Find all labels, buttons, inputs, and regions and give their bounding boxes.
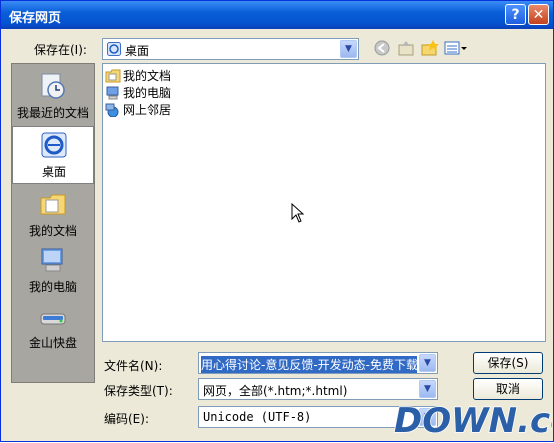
- cancel-button[interactable]: 取消: [473, 378, 543, 400]
- mouse-cursor-icon: [291, 202, 305, 223]
- place-my-documents[interactable]: 我的文档: [12, 186, 94, 244]
- view-menu-icon[interactable]: [444, 39, 468, 57]
- place-recent-docs[interactable]: 我最近的文档: [12, 68, 94, 126]
- place-desktop[interactable]: 桌面: [12, 126, 94, 184]
- network-places-icon: [105, 103, 121, 117]
- my-documents-icon: [105, 69, 121, 83]
- save-webpage-dialog: 保存网页 ? ✕ 保存在(I): 桌面 ▼ 我最近的文档 桌面 我的文档 我的电…: [0, 0, 554, 442]
- file-name: 网上邻居: [123, 103, 172, 117]
- chevron-down-icon[interactable]: ▼: [340, 40, 357, 58]
- place-label: 桌面: [41, 165, 66, 179]
- place-label: 我的电脑: [28, 280, 77, 294]
- close-button[interactable]: ✕: [528, 4, 549, 25]
- filetype-value: 网页，全部(*.htm;*.html): [203, 384, 348, 398]
- recent-docs-icon: [39, 72, 67, 100]
- desktop-icon: [40, 131, 68, 159]
- filetype-dropdown[interactable]: 网页，全部(*.htm;*.html) ▼: [198, 378, 438, 400]
- file-list[interactable]: 我的文档 我的电脑 网上邻居: [102, 63, 546, 342]
- filename-field[interactable]: 用心得讨论-意见反馈-开发动态-免费下载 ▼: [198, 352, 438, 374]
- place-my-computer[interactable]: 我的电脑: [12, 242, 94, 300]
- encoding-value: Unicode (UTF-8): [203, 410, 312, 424]
- my-computer-icon: [105, 86, 121, 100]
- back-icon[interactable]: [373, 39, 391, 57]
- place-label: 金山快盘: [28, 336, 77, 350]
- down-cc-watermark-logo: DOWN.cc: [392, 398, 554, 442]
- new-folder-icon[interactable]: [421, 39, 439, 57]
- my-documents-icon: [39, 190, 67, 218]
- place-label: 我最近的文档: [16, 106, 89, 120]
- list-item[interactable]: 网上邻居: [105, 101, 171, 117]
- window-title: 保存网页: [9, 11, 62, 26]
- up-folder-icon[interactable]: [397, 39, 415, 57]
- chevron-down-icon[interactable]: ▼: [419, 354, 436, 372]
- place-kuaipan[interactable]: 金山快盘: [12, 298, 94, 356]
- chevron-down-icon[interactable]: ▼: [419, 380, 436, 398]
- title-bar: 保存网页 ? ✕: [1, 1, 553, 29]
- svg-text:DOWN.cc: DOWN.cc: [394, 401, 552, 440]
- file-name: 我的电脑: [123, 86, 172, 100]
- filename-label: 文件名(N):: [104, 359, 163, 373]
- list-item[interactable]: 我的电脑: [105, 84, 171, 100]
- filename-value: 用心得讨论-意见反馈-开发动态-免费下载: [201, 356, 417, 373]
- save-in-label: 保存在(I):: [34, 43, 87, 57]
- file-name: 我的文档: [123, 69, 172, 83]
- places-bar: 我最近的文档 桌面 我的文档 我的电脑 金山快盘: [11, 63, 95, 383]
- my-computer-icon: [39, 246, 67, 274]
- kuaipan-drive-icon: [39, 302, 67, 330]
- filetype-label: 保存类型(T):: [104, 384, 173, 398]
- list-item[interactable]: 我的文档: [105, 67, 171, 83]
- save-button[interactable]: 保存(S): [473, 352, 543, 374]
- encoding-label: 编码(E):: [104, 412, 149, 426]
- place-label: 我的文档: [28, 224, 77, 238]
- save-in-dropdown[interactable]: 桌面 ▼: [102, 38, 359, 60]
- save-in-value: 桌面: [125, 44, 150, 58]
- desktop-icon: [107, 42, 121, 56]
- help-button[interactable]: ?: [505, 4, 526, 25]
